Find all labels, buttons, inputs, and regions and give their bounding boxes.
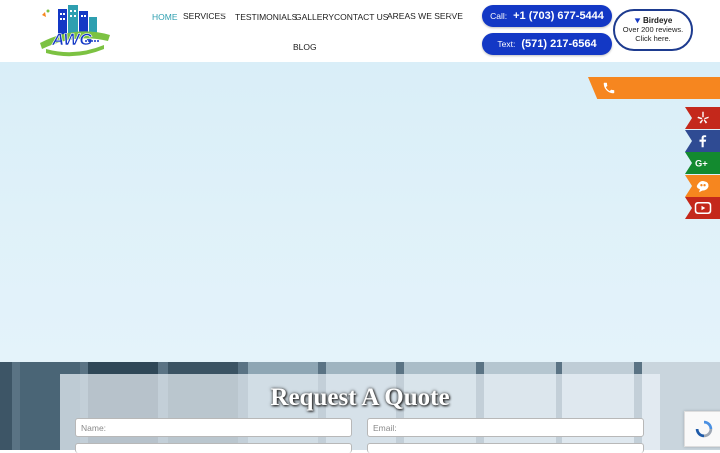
nav-contact-us[interactable]: CONTACT US — [334, 12, 388, 22]
awg-logo[interactable]: AWG — [38, 5, 112, 57]
birdeye-brand: Birdeye — [615, 16, 691, 25]
birdeye-icon — [634, 18, 641, 24]
call-label: Call: — [490, 11, 508, 21]
text-number: (571) 217-6564 — [521, 38, 597, 50]
birdeye-reviews-badge[interactable]: Birdeye Over 200 reviews. Click here. — [613, 9, 693, 51]
birdeye-line2: Click here. — [635, 34, 671, 43]
facebook-icon — [699, 135, 706, 148]
call-number: +1 (703) 677-5444 — [513, 10, 604, 22]
birdeye-brand-label: Birdeye — [642, 16, 673, 25]
site-header: AWG HOME SERVICES TESTIMONIALS GALLERY C… — [0, 0, 720, 63]
areas-caret-icon — [448, 13, 454, 16]
email-field[interactable] — [367, 418, 644, 437]
hero-banner — [0, 62, 720, 362]
google-plus-icon: G+ — [695, 158, 708, 168]
recaptcha-badge[interactable] — [684, 411, 720, 447]
nav-blog[interactable]: BLOG — [293, 42, 317, 52]
text-button[interactable]: Text: (571) 217-6564 — [482, 33, 612, 55]
name-field[interactable] — [75, 418, 352, 437]
floating-call-tab[interactable] — [588, 77, 720, 99]
nav-gallery[interactable]: GALLERY — [295, 12, 334, 22]
youtube-icon — [694, 202, 711, 214]
phone-icon — [603, 82, 615, 94]
svg-text:AWG: AWG — [51, 30, 93, 49]
text-label: Text: — [497, 39, 516, 49]
call-button[interactable]: Call: +1 (703) 677-5444 — [482, 5, 612, 27]
birdeye-line1: Over 200 reviews. — [622, 25, 684, 34]
yelp-icon — [696, 111, 709, 124]
svg-text:G+: G+ — [695, 158, 708, 168]
nav-testimonials[interactable]: TESTIMONIALS — [235, 12, 297, 22]
subject-field[interactable] — [367, 443, 644, 453]
services-caret-icon — [220, 13, 226, 16]
phone-field[interactable] — [75, 443, 352, 453]
nav-home[interactable]: HOME — [152, 12, 178, 22]
quote-title: Request A Quote — [270, 384, 450, 411]
angi-icon — [696, 181, 709, 193]
recaptcha-icon — [695, 420, 713, 438]
